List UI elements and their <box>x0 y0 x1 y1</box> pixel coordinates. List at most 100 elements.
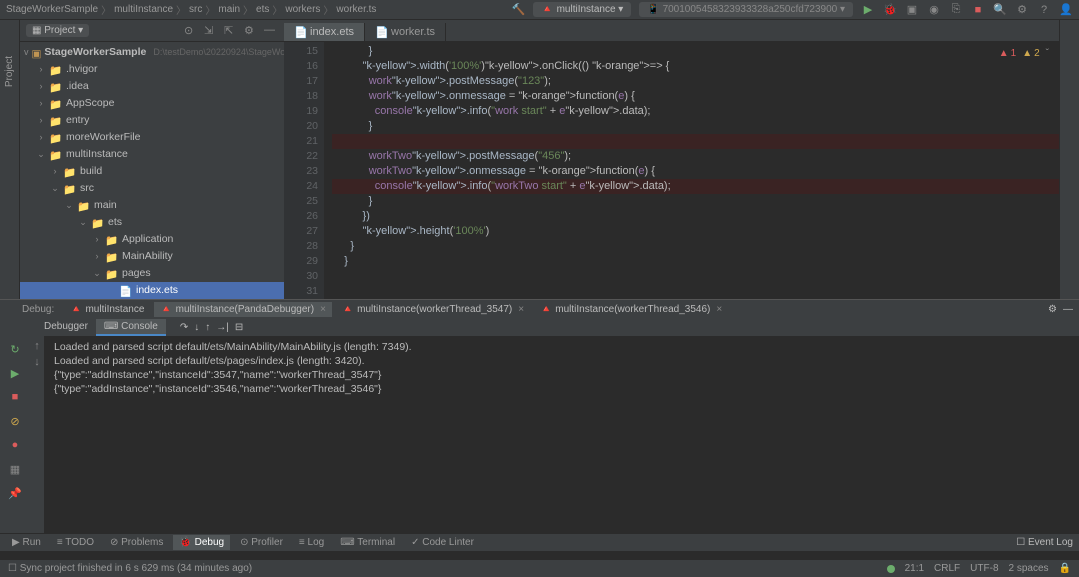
tree-item--hvigor[interactable]: ›📁.hvigor <box>20 61 284 78</box>
stop-debug-icon[interactable]: ■ <box>6 388 24 406</box>
run-to-cursor-icon[interactable]: →| <box>216 322 229 333</box>
avatar-icon[interactable]: 👤 <box>1059 3 1073 17</box>
debug-settings-icon[interactable]: ⚙ <box>1048 304 1057 315</box>
bottom-tab-run[interactable]: ▶ Run <box>6 535 47 550</box>
breadcrumb-item[interactable]: multiInstance <box>114 4 173 15</box>
debug-panel: Debug: 🔺 multiInstance 🔺 multiInstance(Pa… <box>0 299 1079 551</box>
locate-icon[interactable]: ⊙ <box>184 24 198 38</box>
tree-item-entry[interactable]: ›📁entry <box>20 112 284 129</box>
bottom-tool-tabs: ▶ Run ≡ TODO ⊘ Problems 🐞 Debug ⊙ Profiler ≡ … <box>0 533 1079 551</box>
attach-icon[interactable]: ⎘ <box>949 3 963 17</box>
tree-root[interactable]: v▣StageWorkerSampleD:\testDemo\20220924\… <box>20 44 284 61</box>
breadcrumb-item[interactable]: workers <box>285 4 320 15</box>
debug-icon[interactable]: 🐞 <box>883 3 897 17</box>
debug-tab[interactable]: 🔺 multiInstance(workerThread_3546)× <box>534 302 728 317</box>
debug-tab[interactable]: 🔺 multiInstance <box>64 302 150 317</box>
caret-position[interactable]: 21:1 <box>905 563 924 574</box>
project-panel-header: ▦ Project ▾ ⊙ ⇲ ⇱ ⚙ — <box>20 20 284 42</box>
debug-body: ↻ ▶ ■ ⊘ ● ▦ 📌 ↑ ↓ Loaded and parsed scri… <box>0 336 1079 533</box>
breadcrumb-item[interactable]: worker.ts <box>336 4 376 15</box>
pin-icon[interactable]: 📌 <box>6 484 24 502</box>
up-icon[interactable]: ↑ <box>30 340 44 352</box>
top-bar: StageWorkerSample〉multiInstance〉src〉main… <box>0 0 1079 20</box>
stop-icon[interactable]: ■ <box>971 3 985 17</box>
settings-icon[interactable]: ⚙ <box>1015 3 1029 17</box>
breadcrumb-item[interactable]: ets <box>256 4 269 15</box>
tree-item-ets[interactable]: ⌄📁ets <box>20 214 284 231</box>
rerun-icon[interactable]: ↻ <box>6 340 24 358</box>
bottom-tab-terminal[interactable]: ⌨ Terminal <box>334 535 401 550</box>
down-icon[interactable]: ↓ <box>30 356 44 368</box>
tree-item-pages[interactable]: ⌄📁pages <box>20 265 284 282</box>
resume-icon[interactable]: ▶ <box>6 364 24 382</box>
build-icon[interactable]: 🔨 <box>511 3 525 17</box>
debug-tab[interactable]: 🔺 multiInstance(workerThread_3547)× <box>336 302 530 317</box>
layout-icon[interactable]: ▦ <box>6 460 24 478</box>
debug-header: Debug: 🔺 multiInstance 🔺 multiInstance(Pa… <box>0 300 1079 318</box>
debug-sub-tab-console[interactable]: ⌨ Console <box>96 319 166 336</box>
breadcrumb-item[interactable]: src <box>189 4 202 15</box>
status-indicator <box>887 565 895 573</box>
step-out-icon[interactable]: ↑ <box>205 322 210 333</box>
project-view-select[interactable]: ▦ Project ▾ <box>26 24 89 37</box>
expand-icon[interactable]: ⇲ <box>204 24 218 38</box>
collapse-icon[interactable]: ⇱ <box>224 24 238 38</box>
run-config-select[interactable]: 🔺 multiInstance ▾ <box>533 2 631 17</box>
panel-settings-icon[interactable]: ⚙ <box>244 24 258 38</box>
hide-panel-icon[interactable]: — <box>264 24 278 38</box>
console-output[interactable]: Loaded and parsed script default/ets/Mai… <box>44 336 1079 533</box>
tree-item-main[interactable]: ⌄📁main <box>20 197 284 214</box>
tree-item-index-ets[interactable]: 📄index.ets <box>20 282 284 299</box>
bottom-tab-todo[interactable]: ≡ TODO <box>51 535 100 550</box>
tree-item-multiinstance[interactable]: ⌄📁multiInstance <box>20 146 284 163</box>
tree-item-src[interactable]: ⌄📁src <box>20 180 284 197</box>
close-icon[interactable]: × <box>320 304 326 315</box>
coverage-icon[interactable]: ▣ <box>905 3 919 17</box>
debug-sub-tab-debugger[interactable]: Debugger <box>36 319 96 336</box>
editor-area: 📄index.ets📄worker.ts 1516171819202122232… <box>284 20 1059 551</box>
bottom-tab-code-linter[interactable]: ✓ Code Linter <box>405 535 480 550</box>
inspection-widget[interactable]: ▲ 1 ▲ 2 ˇ <box>999 46 1049 61</box>
status-bar: ☐ Sync project finished in 6 s 629 ms (3… <box>0 559 1079 577</box>
project-tool-button[interactable]: Project <box>4 50 15 93</box>
run-icon[interactable]: ▶ <box>861 3 875 17</box>
chevron-down-icon[interactable]: ˇ <box>1046 46 1049 61</box>
debug-label: Debug: <box>22 304 54 315</box>
debug-tab[interactable]: 🔺 multiInstance(PandaDebugger)× <box>154 302 332 317</box>
evaluate-icon[interactable]: ⊟ <box>235 322 243 333</box>
hide-debug-icon[interactable]: — <box>1063 304 1073 315</box>
step-over-icon[interactable]: ↷ <box>180 322 188 333</box>
help-icon[interactable]: ? <box>1037 3 1051 17</box>
close-icon[interactable]: × <box>518 304 524 315</box>
step-into-icon[interactable]: ↓ <box>194 322 199 333</box>
close-icon[interactable]: × <box>716 304 722 315</box>
status-message: ☐ Sync project finished in 6 s 629 ms (3… <box>8 563 252 574</box>
event-log-button[interactable]: ☐ Event Log <box>1016 537 1073 548</box>
tree-item--idea[interactable]: ›📁.idea <box>20 78 284 95</box>
breadcrumb-item[interactable]: StageWorkerSample <box>6 4 98 15</box>
bottom-tab-log[interactable]: ≡ Log <box>293 535 330 550</box>
editor-tab-worker-ts[interactable]: 📄worker.ts <box>365 23 446 41</box>
bottom-tab-problems[interactable]: ⊘ Problems <box>104 535 169 550</box>
search-icon[interactable]: 🔍 <box>993 3 1007 17</box>
breadcrumb-item[interactable]: main <box>218 4 240 15</box>
tree-item-mainability[interactable]: ›📁MainAbility <box>20 248 284 265</box>
mute-bp-icon[interactable]: ⊘ <box>6 412 24 430</box>
debug-sub-tabs: Debugger⌨ Console ↷ ↓ ↑ →| ⊟ <box>0 318 1079 336</box>
view-bp-icon[interactable]: ● <box>6 436 24 454</box>
tree-item-appscope[interactable]: ›📁AppScope <box>20 95 284 112</box>
editor-tab-index-ets[interactable]: 📄index.ets <box>284 23 365 41</box>
tree-item-build[interactable]: ›📁build <box>20 163 284 180</box>
debug-controls: ↻ ▶ ■ ⊘ ● ▦ 📌 <box>0 336 30 533</box>
profile-icon[interactable]: ◉ <box>927 3 941 17</box>
bottom-tab-profiler[interactable]: ⊙ Profiler <box>234 535 289 550</box>
line-separator[interactable]: CRLF <box>934 563 960 574</box>
tree-item-moreworkerfile[interactable]: ›📁moreWorkerFile <box>20 129 284 146</box>
device-select[interactable]: 📱 7001005458323933328a250cfd723900 ▾ <box>639 2 853 17</box>
bottom-tab-debug[interactable]: 🐞 Debug <box>173 535 230 550</box>
lock-icon[interactable]: 🔒 <box>1059 563 1071 574</box>
indent[interactable]: 2 spaces <box>1009 563 1049 574</box>
tree-item-application[interactable]: ›📁Application <box>20 231 284 248</box>
encoding[interactable]: UTF-8 <box>970 563 998 574</box>
breadcrumb: StageWorkerSample〉multiInstance〉src〉main… <box>6 2 511 17</box>
